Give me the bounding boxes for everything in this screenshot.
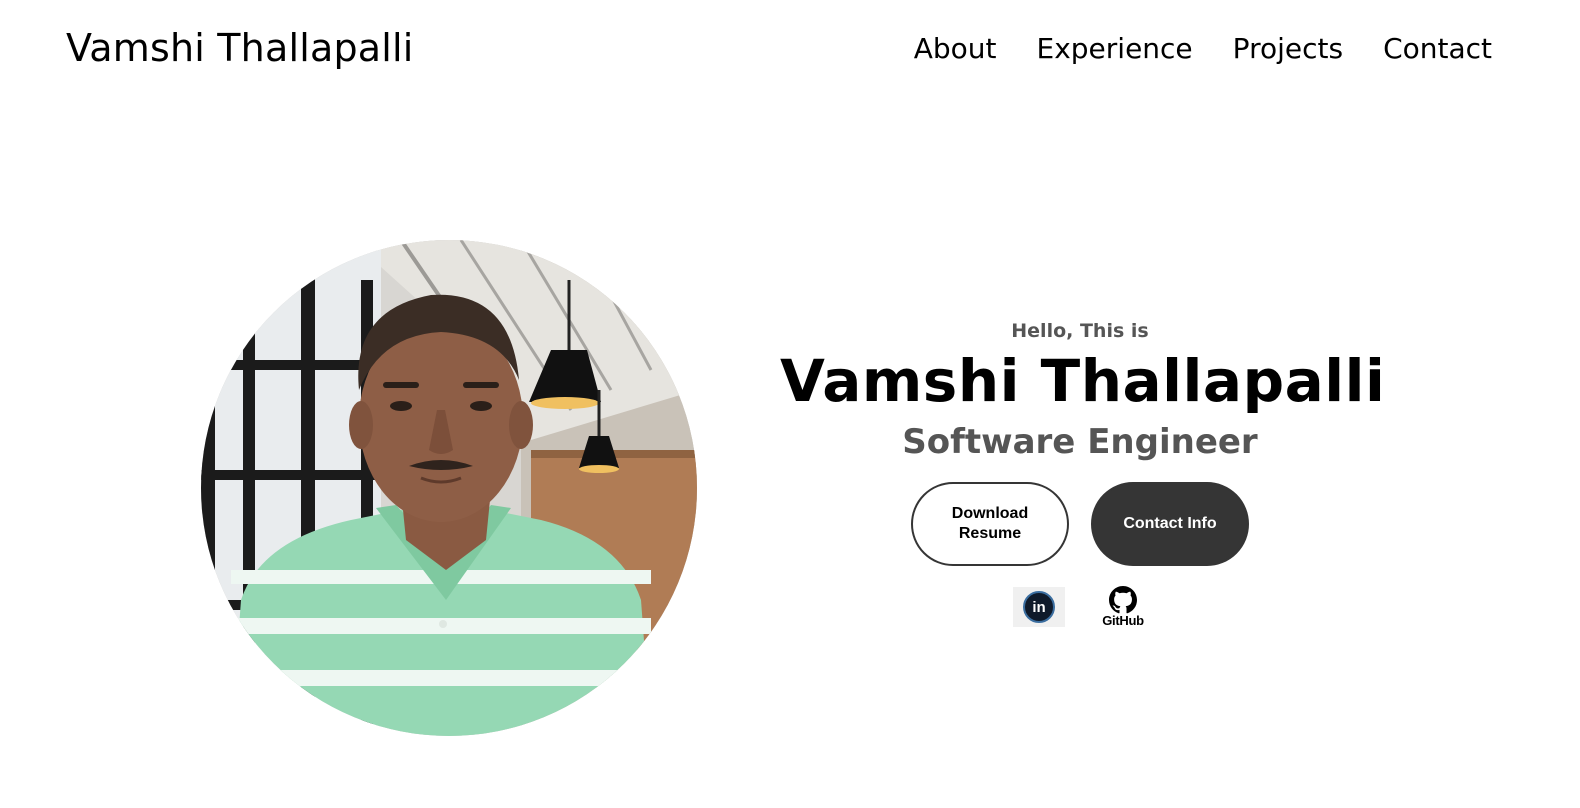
button-row: Download Resume Contact Info xyxy=(780,482,1380,566)
site-logo[interactable]: Vamshi Thallapalli xyxy=(66,26,414,70)
contact-info-button[interactable]: Contact Info xyxy=(1091,482,1249,566)
download-resume-button[interactable]: Download Resume xyxy=(911,482,1069,566)
nav-item-experience: Experience xyxy=(1037,32,1193,65)
github-label: GitHub xyxy=(1102,613,1144,628)
linkedin-link[interactable]: in xyxy=(1013,586,1065,628)
github-link[interactable]: GitHub xyxy=(1097,586,1149,628)
linkedin-icon-glyph: in xyxy=(1023,591,1055,623)
profile-photo xyxy=(201,240,697,736)
profile-role: Software Engineer xyxy=(902,422,1258,462)
nav-item-about: About xyxy=(914,32,997,65)
intro-block: Hello, This is Vamshi Thallapalli Softwa… xyxy=(780,320,1386,628)
nav-item-projects: Projects xyxy=(1233,32,1343,65)
github-icon: GitHub xyxy=(1097,586,1149,628)
nav-links: About Experience Projects Contact xyxy=(914,32,1492,65)
linkedin-icon: in xyxy=(1013,587,1065,627)
site-header: Vamshi Thallapalli About Experience Proj… xyxy=(0,0,1580,104)
nav-link-contact[interactable]: Contact xyxy=(1383,32,1492,65)
profile-section: Hello, This is Vamshi Thallapalli Softwa… xyxy=(0,104,1580,808)
nav-link-projects[interactable]: Projects xyxy=(1233,32,1343,65)
nav-item-contact: Contact xyxy=(1383,32,1492,65)
greeting-text: Hello, This is xyxy=(1011,320,1149,342)
nav-link-experience[interactable]: Experience xyxy=(1037,32,1193,65)
github-octocat-icon xyxy=(1109,586,1137,614)
profile-photo-illustration xyxy=(201,240,697,736)
profile-name: Vamshi Thallapalli xyxy=(780,347,1386,415)
social-links: in GitHub xyxy=(782,586,1380,628)
nav-link-about[interactable]: About xyxy=(914,32,997,65)
